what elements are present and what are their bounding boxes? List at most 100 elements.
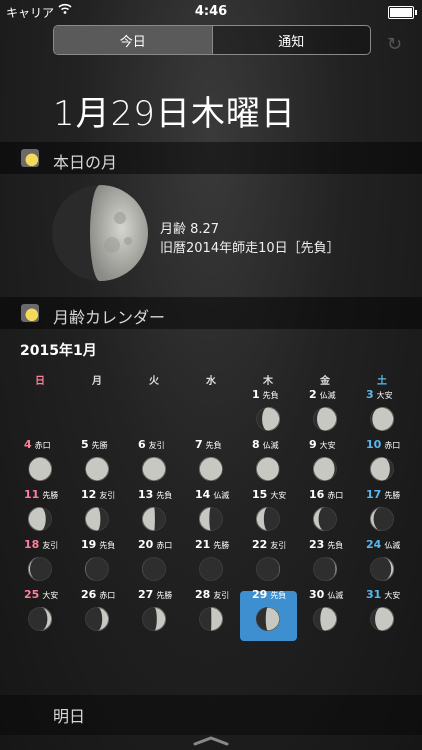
moon-phase-icon	[199, 607, 223, 631]
calendar-day-1[interactable]: 1 先負	[252, 388, 279, 401]
calendar-day-20[interactable]: 20 赤口	[138, 538, 172, 551]
rokuyo-label: 仏滅	[213, 491, 230, 500]
day-number: 3	[366, 388, 374, 401]
calendar-day-6[interactable]: 6 友引	[138, 438, 165, 451]
calendar-day-4[interactable]: 4 赤口	[24, 438, 51, 451]
moon-phase-icon	[28, 457, 52, 481]
calendar-day-13[interactable]: 13 先負	[138, 488, 172, 501]
rokuyo-label: 友引	[99, 491, 116, 500]
calendar-day-22[interactable]: 22 友引	[252, 538, 286, 551]
calendar-day-7[interactable]: 7 先負	[195, 438, 222, 451]
moon-phase-icon	[199, 457, 223, 481]
calendar-day-21[interactable]: 21 先勝	[195, 538, 229, 551]
moon-phase-icon	[142, 557, 166, 581]
weekday-label: 金	[320, 376, 330, 387]
view-segmented-control: 今日 通知	[53, 25, 371, 55]
lunar-date: 旧暦2014年師走10日［先負］	[160, 241, 340, 256]
moon-calendar-header[interactable]: 月齢カレンダー	[0, 297, 422, 329]
moon-phase-icon	[85, 457, 109, 481]
moon-today-header[interactable]: 本日の月	[0, 142, 422, 174]
calendar-day-5[interactable]: 5 先勝	[81, 438, 108, 451]
day-number: 13	[138, 488, 154, 501]
moon-app-icon	[21, 149, 39, 167]
calendar-day-26[interactable]: 26 赤口	[81, 588, 115, 601]
moon-phase-icon	[28, 507, 52, 531]
moon-phase-icon	[85, 507, 109, 531]
rokuyo-label: 友引	[213, 591, 230, 600]
status-bar: キャリア 4:46	[0, 0, 422, 24]
tab-notifications[interactable]: 通知	[211, 26, 370, 54]
weekday-label: 月	[92, 376, 102, 387]
calendar-day-11[interactable]: 11 先勝	[24, 488, 58, 501]
calendar-day-10[interactable]: 10 赤口	[366, 438, 400, 451]
tomorrow-header[interactable]: 明日	[0, 695, 422, 735]
moon-phase-icon	[256, 407, 280, 431]
day-number: 9	[309, 438, 317, 451]
rokuyo-label: 友引	[270, 541, 287, 550]
calendar-day-28[interactable]: 28 友引	[195, 588, 229, 601]
day-number: 28	[195, 588, 211, 601]
calendar-day-24[interactable]: 24 仏滅	[366, 538, 400, 551]
calendar-day-9[interactable]: 9 大安	[309, 438, 336, 451]
moon-phase-icon	[256, 607, 280, 631]
rokuyo-label: 先勝	[213, 541, 230, 550]
calendar-month: 2015年1月	[20, 343, 97, 359]
day-number: 12	[81, 488, 97, 501]
moon-phase-icon	[370, 407, 394, 431]
tab-today[interactable]: 今日	[54, 26, 212, 54]
weekday-label: 土	[377, 376, 387, 387]
calendar-day-29[interactable]: 29 先負	[252, 588, 286, 601]
tomorrow-label: 明日	[53, 707, 86, 726]
battery-icon	[388, 6, 417, 19]
calendar-day-15[interactable]: 15 大安	[252, 488, 286, 501]
rokuyo-label: 先負	[270, 591, 287, 600]
rokuyo-label: 先勝	[42, 491, 59, 500]
calendar-day-3[interactable]: 3 大安	[366, 388, 393, 401]
date-title: 1月29日木曜日	[53, 94, 296, 134]
calendar-day-17[interactable]: 17 先勝	[366, 488, 400, 501]
calendar-day-31[interactable]: 31 大安	[366, 588, 400, 601]
calendar-day-25[interactable]: 25 大安	[24, 588, 58, 601]
grabber-handle[interactable]	[193, 736, 229, 746]
moon-phase-icon	[313, 557, 337, 581]
rokuyo-label: 先負	[327, 541, 344, 550]
day-number: 21	[195, 538, 211, 551]
day-number: 15	[252, 488, 268, 501]
calendar-day-19[interactable]: 19 先負	[81, 538, 115, 551]
rokuyo-label: 友引	[42, 541, 59, 550]
day-number: 6	[138, 438, 146, 451]
day-number: 27	[138, 588, 154, 601]
moon-phase-icon	[313, 407, 337, 431]
day-number: 31	[366, 588, 382, 601]
moon-phase-image	[52, 185, 148, 281]
rokuyo-label: 大安	[376, 391, 393, 400]
calendar-day-18[interactable]: 18 友引	[24, 538, 58, 551]
day-number: 26	[81, 588, 97, 601]
moon-phase-icon	[370, 457, 394, 481]
rokuyo-label: 仏滅	[319, 391, 336, 400]
calendar-day-30[interactable]: 30 仏滅	[309, 588, 343, 601]
weekday-label: 木	[263, 376, 273, 387]
day-number: 30	[309, 588, 325, 601]
rokuyo-label: 先勝	[384, 491, 401, 500]
rokuyo-label: 大安	[270, 491, 287, 500]
moon-phase-icon	[256, 457, 280, 481]
calendar-day-14[interactable]: 14 仏滅	[195, 488, 229, 501]
moon-phase-icon	[142, 607, 166, 631]
rokuyo-label: 大安	[42, 591, 59, 600]
rokuyo-label: 先負	[205, 441, 222, 450]
calendar-day-12[interactable]: 12 友引	[81, 488, 115, 501]
rokuyo-label: 赤口	[327, 491, 344, 500]
moon-phase-icon	[313, 607, 337, 631]
moon-phase-icon	[370, 607, 394, 631]
calendar-day-8[interactable]: 8 仏滅	[252, 438, 279, 451]
calendar-day-27[interactable]: 27 先勝	[138, 588, 172, 601]
rokuyo-label: 赤口	[99, 591, 116, 600]
calendar-day-2[interactable]: 2 仏滅	[309, 388, 336, 401]
moon-phase-icon	[256, 507, 280, 531]
calendar-day-16[interactable]: 16 赤口	[309, 488, 343, 501]
calendar-day-23[interactable]: 23 先負	[309, 538, 343, 551]
day-number: 11	[24, 488, 40, 501]
rokuyo-label: 赤口	[34, 441, 51, 450]
moon-phase-icon	[85, 557, 109, 581]
